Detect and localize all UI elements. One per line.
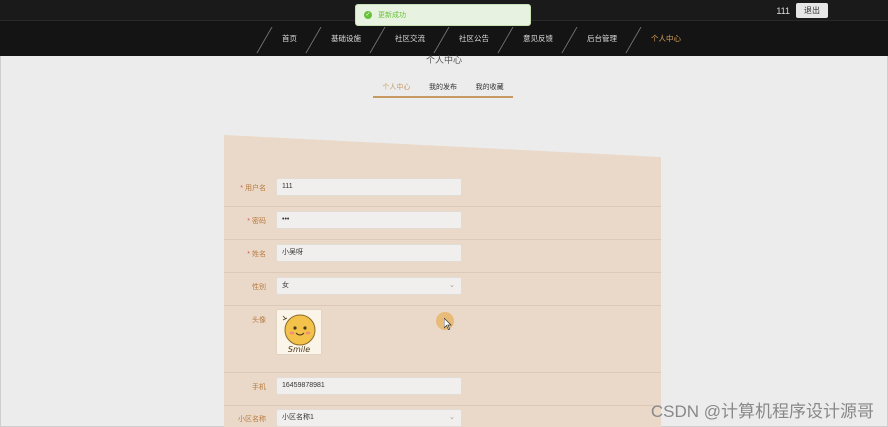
nav-item-feedback[interactable]: 意见反馈 — [501, 21, 565, 57]
form-row-phone: 手机 16459878981 — [224, 373, 661, 406]
gender-select[interactable]: 女 ⌄ — [276, 277, 462, 295]
check-circle-icon: ✓ — [364, 11, 372, 19]
username-input[interactable]: 111 — [276, 178, 462, 196]
nav-item-community-exchange[interactable]: 社区交流 — [373, 21, 437, 57]
page-title: 个人中心 — [425, 55, 462, 65]
nav-item-announcements[interactable]: 社区公告 — [437, 21, 501, 57]
chevron-down-icon: ⌄ — [449, 414, 455, 421]
profile-tabs: 个人中心 我的发布 我的收藏 — [373, 78, 513, 98]
success-toast: ✓ 更新成功 — [355, 4, 531, 26]
nav-item-facilities[interactable]: 基础设施 — [309, 21, 373, 57]
form-row-name: * 姓名 小吴呀 — [224, 240, 661, 273]
nav-item-admin[interactable]: 后台管理 — [565, 21, 629, 57]
avatar-upload[interactable]: Smile — [276, 309, 322, 355]
name-input[interactable]: 小吴呀 — [276, 244, 462, 262]
form-row-password: * 密码 ••• — [224, 207, 661, 240]
phone-label: 手机 — [252, 384, 266, 391]
form-row-username: * 用户名 111 — [224, 174, 661, 207]
community-select[interactable]: 小区名称1 ⌄ — [276, 409, 462, 427]
gender-select-value: 女 — [282, 282, 289, 289]
smile-avatar-icon: Smile — [282, 314, 316, 354]
tab-personal-center[interactable]: 个人中心 — [382, 82, 410, 92]
password-input[interactable]: ••• — [276, 211, 462, 229]
chevron-down-icon: ⌄ — [449, 282, 455, 289]
tab-my-favorites[interactable]: 我的收藏 — [476, 82, 504, 92]
community-select-value: 小区名称1 — [282, 414, 314, 421]
nav-item-personal-center[interactable]: 个人中心 — [629, 21, 693, 57]
form-row-community: 小区名称 小区名称1 ⌄ — [224, 406, 661, 427]
form-row-gender: 性别 女 ⌄ — [224, 273, 661, 306]
nav-item-home[interactable]: 首页 — [260, 21, 309, 57]
avatar-caption: Smile — [288, 345, 310, 354]
watermark: CSDN @计算机程序设计源哥 — [650, 402, 874, 421]
password-label: * 密码 — [247, 218, 266, 225]
name-label: * 姓名 — [247, 251, 266, 258]
logout-button[interactable]: 退出 — [796, 3, 828, 18]
user-area: 111 退出 — [776, 3, 828, 18]
toast-message: 更新成功 — [378, 12, 406, 19]
gender-label: 性别 — [252, 284, 266, 291]
mouse-pointer-icon — [444, 318, 452, 330]
community-label: 小区名称 — [238, 416, 266, 423]
avatar-label: 头像 — [252, 317, 266, 324]
tab-my-posts[interactable]: 我的发布 — [429, 82, 457, 92]
current-username: 111 — [776, 5, 790, 16]
phone-input[interactable]: 16459878981 — [276, 377, 462, 395]
username-label: * 用户名 — [240, 185, 266, 192]
